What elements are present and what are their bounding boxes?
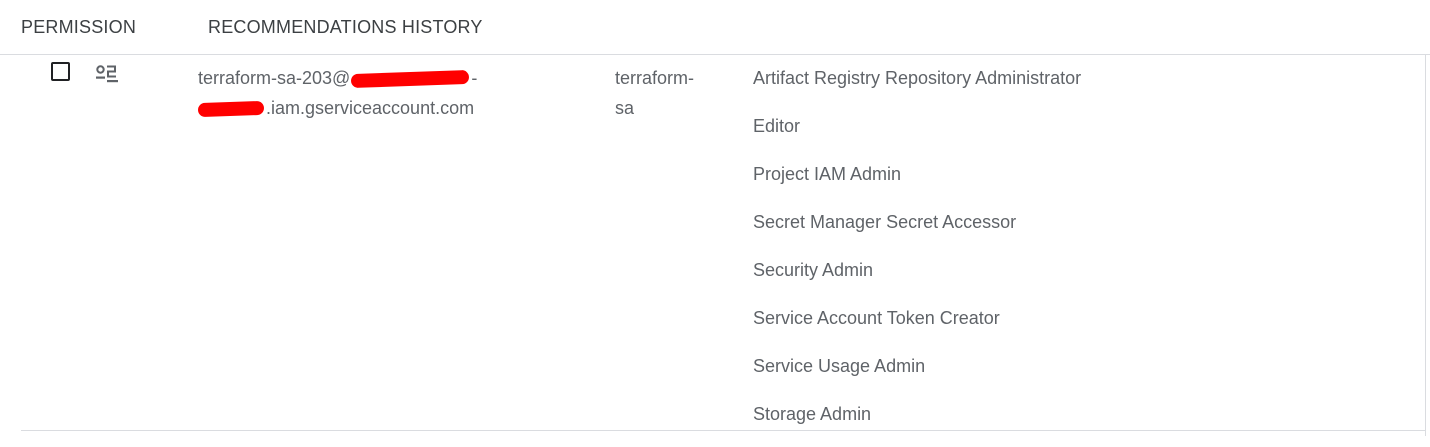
role-item: Artifact Registry Repository Administrat…	[753, 68, 1082, 88]
row-select-checkbox[interactable]	[51, 62, 70, 81]
principal-email-text: -	[471, 68, 478, 88]
tab-recommendations-history[interactable]: RECOMMENDATIONS HISTORY	[208, 17, 483, 38]
redaction-mark	[351, 70, 470, 89]
principal-name: terraform- sa	[615, 63, 715, 123]
role-item: Secret Manager Secret Accessor	[753, 212, 1017, 232]
role-item: Project IAM Admin	[753, 164, 902, 184]
role-list: Artifact Registry Repository Administrat…	[753, 63, 1081, 447]
tab-permission[interactable]: PERMISSION	[21, 17, 136, 38]
principal-email-text: terraform-sa-203@	[198, 68, 351, 88]
principal-name-line-1: terraform-	[615, 68, 695, 88]
role-item: Service Account Token Creator	[753, 308, 1000, 328]
role-item: Storage Admin	[753, 404, 872, 424]
principal-email-line-1: terraform-sa-203@ -	[198, 63, 558, 93]
role-item: Editor	[753, 116, 801, 136]
principal-email-line-2: .iam.gserviceaccount.com	[197, 93, 558, 123]
table-row: terraform-sa-203@ - .iam.gserviceaccount.…	[0, 55, 1425, 430]
principal-name-line-2: sa	[615, 98, 635, 118]
role-item: Service Usage Admin	[753, 356, 926, 376]
principal-email-text: .iam.gserviceaccount.com	[266, 98, 475, 118]
principal-email[interactable]: terraform-sa-203@ - .iam.gserviceaccount.…	[197, 63, 558, 123]
redaction-mark	[197, 101, 265, 118]
service-account-icon	[96, 65, 118, 83]
tab-bar: PERMISSION RECOMMENDATIONS HISTORY	[0, 0, 1430, 55]
table-right-border	[1425, 55, 1426, 436]
row-divider	[21, 430, 1425, 431]
role-item: Security Admin	[753, 260, 874, 280]
